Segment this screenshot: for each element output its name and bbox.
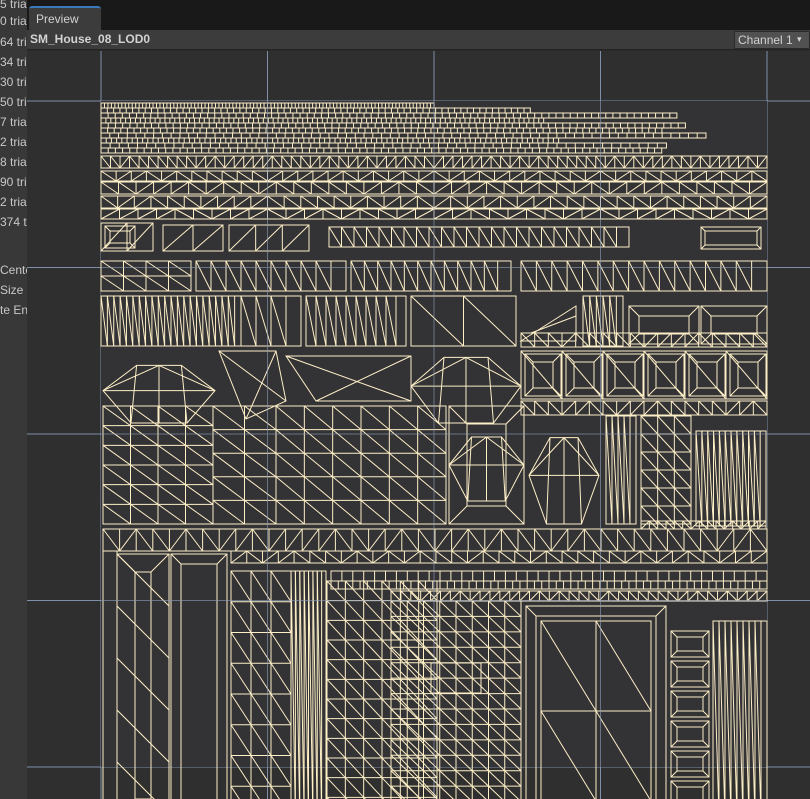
preview-toolbar: SM_House_08_LOD0 Channel 1 ▾	[27, 30, 810, 50]
uv-channel-value: Channel 1	[738, 33, 793, 47]
uv-preview-viewport[interactable]	[27, 51, 810, 799]
triangle-count-label: 90 tria	[0, 175, 27, 189]
uv-layout-canvas	[27, 51, 810, 799]
bounds-size-label: Size	[0, 283, 24, 297]
triangle-count-label: 7 triar	[0, 115, 27, 129]
triangle-count-label: 5 triar	[0, 0, 27, 11]
triangle-count-label: 34 tri	[0, 55, 27, 69]
triangle-count-label: 0 triar	[0, 14, 27, 28]
inspector-panel-clipped: 5 triar 0 triar 64 tri 34 tri 30 tria 50…	[0, 0, 27, 799]
tab-preview[interactable]: Preview	[29, 6, 101, 30]
bounds-extent-label: te En	[0, 303, 27, 317]
triangle-count-label: 8 triar	[0, 155, 27, 169]
uv-channel-dropdown[interactable]: Channel 1 ▾	[734, 31, 810, 49]
bounds-center-label: Cente	[0, 263, 27, 277]
tab-strip: Preview	[27, 0, 810, 30]
tab-preview-label: Preview	[36, 12, 79, 26]
triangle-count-label: 64 tri	[0, 35, 27, 49]
triangle-count-label: 30 tria	[0, 75, 27, 89]
mesh-name-label: SM_House_08_LOD0	[30, 32, 151, 46]
chevron-down-icon: ▾	[797, 34, 802, 44]
triangle-count-label: 374 t	[0, 215, 27, 229]
triangle-count-label: 50 tri	[0, 95, 27, 109]
triangle-count-label: 2 triar	[0, 195, 27, 209]
triangle-count-label: 2 triar	[0, 135, 27, 149]
